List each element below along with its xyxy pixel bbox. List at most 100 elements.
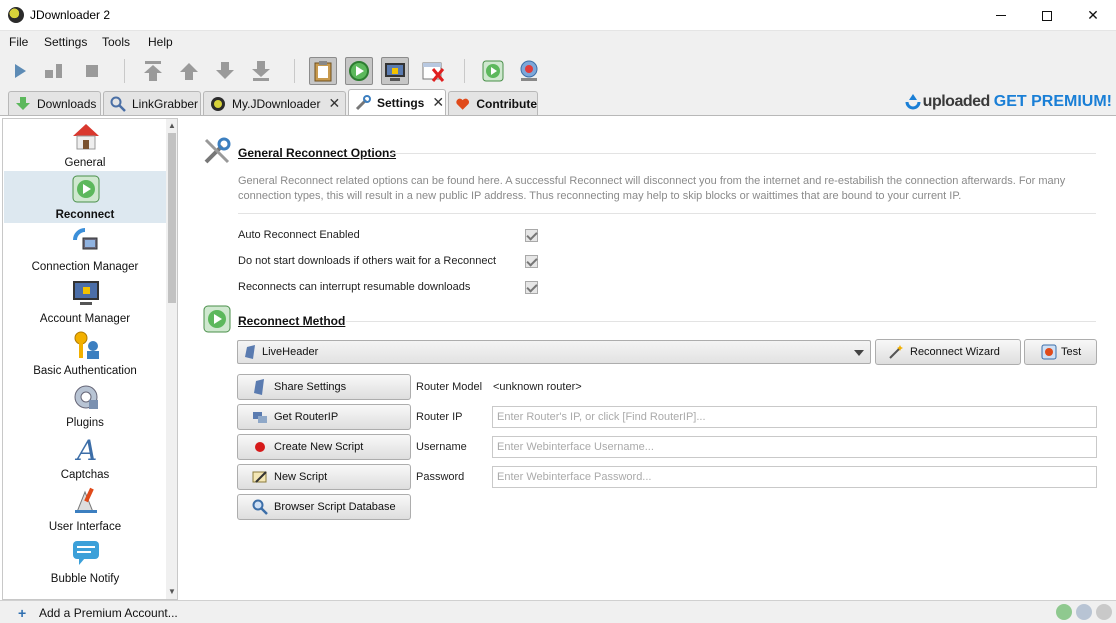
network-icon [253, 412, 267, 423]
menu-help[interactable]: Help [148, 35, 173, 49]
reconnect-icon [203, 305, 231, 333]
scroll-up-arrow-icon[interactable]: ▲ [168, 121, 176, 130]
general-section-title: General Reconnect Options [238, 146, 397, 160]
toolbar-separator [124, 59, 125, 83]
close-tab-icon[interactable]: ✕ [432, 94, 444, 111]
test-button[interactable]: Test [1024, 339, 1097, 365]
button-label: New Script [274, 471, 328, 483]
reconnect-now-button[interactable] [479, 57, 507, 85]
scrollbar-thumb[interactable] [168, 133, 176, 303]
sidebar-item-bubble-notify[interactable]: Bubble Notify [4, 535, 166, 587]
section-divider [346, 321, 1096, 322]
sidebar-scrollbar[interactable]: ▲ ▼ [166, 119, 177, 599]
chevron-down-icon [854, 350, 864, 356]
router-ip-label: Router IP [416, 411, 463, 423]
settings-panel: General Reconnect Connection Manager Acc… [0, 115, 1116, 600]
move-bottom-button[interactable] [247, 57, 275, 85]
router-ip-input[interactable]: Enter Router's IP, or click [Find Router… [492, 406, 1097, 428]
sidebar-item-basic-authentication[interactable]: Basic Authentication [4, 327, 166, 379]
play-button[interactable] [6, 57, 34, 85]
svg-text:A: A [74, 434, 97, 464]
close-tab-icon[interactable]: ✕ [328, 95, 340, 112]
linkgrabber-status-icon[interactable] [1076, 604, 1092, 620]
reconnect-wizard-button[interactable]: Reconnect Wizard [875, 339, 1021, 365]
sidebar-item-user-interface[interactable]: User Interface [4, 483, 166, 535]
sidebar-item-label: General [64, 157, 106, 169]
update-button[interactable] [515, 57, 543, 85]
move-up-icon [180, 63, 198, 80]
add-premium-account-link[interactable]: Add a Premium Account... [39, 606, 178, 620]
stop-button[interactable] [78, 57, 106, 85]
tab-contribute[interactable]: Contribute [448, 91, 538, 115]
share-settings-button[interactable]: Share Settings [237, 374, 411, 400]
new-script-button[interactable]: New Script [237, 464, 411, 490]
tab-label: Contribute [476, 96, 537, 111]
move-up-button[interactable] [175, 57, 203, 85]
silent-mode-button[interactable] [419, 57, 447, 85]
sidebar-item-connection-manager[interactable]: Connection Manager [4, 223, 166, 275]
tab-linkgrabber[interactable]: LinkGrabber [103, 91, 201, 115]
status-bar: + Add a Premium Account... [0, 600, 1116, 623]
keys-user-icon [74, 331, 99, 359]
sidebar-item-reconnect[interactable]: Reconnect [4, 171, 166, 223]
clipboard-observer-toggle[interactable] [309, 57, 337, 85]
move-top-icon [144, 61, 162, 81]
add-icon: + [18, 605, 27, 621]
minimize-button[interactable] [978, 0, 1024, 31]
pause-icon [45, 64, 62, 78]
reconnect-status-icon[interactable] [1056, 604, 1072, 620]
sidebar-item-label: Account Manager [39, 313, 131, 325]
premium-toggle[interactable] [381, 57, 409, 85]
create-new-script-button[interactable]: Create New Script [237, 434, 411, 460]
close-button[interactable]: ✕ [1070, 0, 1116, 31]
method-section-title: Reconnect Method [238, 314, 346, 328]
heart-icon [456, 98, 470, 110]
wait-reconnect-checkbox[interactable] [525, 255, 538, 268]
get-router-ip-button[interactable]: Get RouterIP [237, 404, 411, 430]
sidebar-item-label: Reconnect [55, 209, 115, 221]
menu-settings[interactable]: Settings [44, 35, 87, 49]
network-status-icon[interactable] [1096, 604, 1112, 620]
sidebar-item-captchas[interactable]: A Captchas [4, 431, 166, 483]
toolbar [0, 53, 1116, 89]
reconnect-icon [72, 175, 100, 203]
menu-bar: File Settings Tools Help [0, 31, 1116, 53]
auto-reconnect-checkbox[interactable] [525, 229, 538, 242]
play-icon [15, 64, 26, 78]
uploaded-logo-icon [905, 94, 921, 110]
move-top-button[interactable] [139, 57, 167, 85]
button-label: Test [1061, 346, 1082, 358]
myjd-icon [211, 96, 225, 111]
captcha-icon: A [74, 434, 97, 464]
update-icon [520, 60, 538, 81]
wait-reconnect-label: Do not start downloads if others wait fo… [238, 255, 497, 267]
tab-myjdownloader[interactable]: My.JDownloader ✕ [203, 91, 346, 115]
interrupt-resumable-checkbox[interactable] [525, 281, 538, 294]
browse-script-database-button[interactable]: Browser Script Database [237, 494, 411, 520]
username-input[interactable]: Enter Webinterface Username... [492, 436, 1097, 458]
scroll-down-arrow-icon[interactable]: ▼ [168, 587, 176, 596]
search-icon [252, 499, 268, 515]
maximize-button[interactable] [1024, 0, 1070, 31]
tab-label: Settings [377, 95, 425, 110]
sidebar-item-plugins[interactable]: Plugins [4, 379, 166, 431]
button-label: Browser Script Database [274, 501, 396, 513]
interrupt-resumable-label: Reconnects can interrupt resumable downl… [238, 281, 471, 293]
share-icon [254, 379, 264, 395]
reconnect-method-select[interactable]: LiveHeader [237, 340, 871, 364]
tab-settings[interactable]: Settings ✕ [348, 89, 446, 115]
auto-reconnect-toggle[interactable] [345, 57, 373, 85]
menu-file[interactable]: File [9, 35, 28, 49]
password-input[interactable]: Enter Webinterface Password... [492, 466, 1097, 488]
sidebar-item-general[interactable]: General [4, 119, 166, 171]
sidebar-item-account-manager[interactable]: Account Manager [4, 275, 166, 327]
tab-downloads[interactable]: Downloads [8, 91, 101, 115]
get-premium-banner[interactable]: uploaded GET PREMIUM! [903, 90, 1112, 114]
button-label: Get RouterIP [274, 411, 339, 423]
reconnect-settings: General Reconnect Options General Reconn… [180, 116, 1116, 601]
record-icon [255, 442, 265, 452]
move-down-button[interactable] [211, 57, 239, 85]
menu-tools[interactable]: Tools [102, 35, 130, 49]
tab-label: Downloads [37, 96, 97, 111]
pause-button[interactable] [40, 57, 68, 85]
